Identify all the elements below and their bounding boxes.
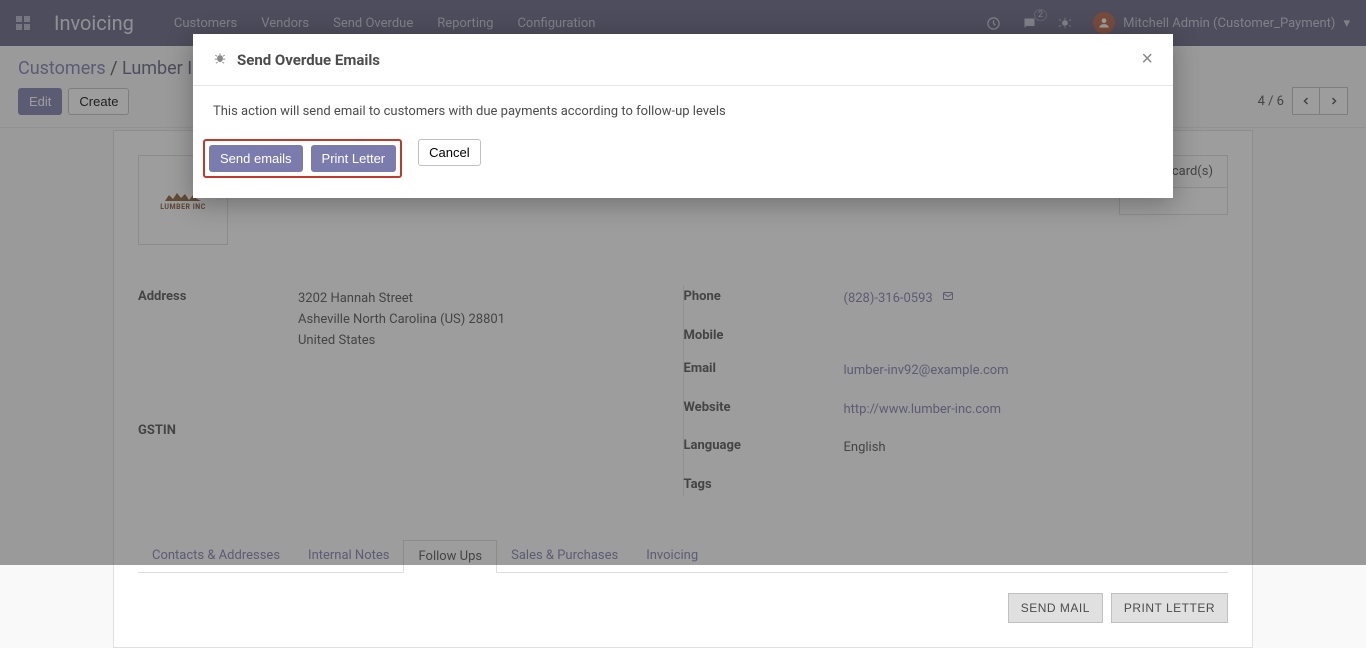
modal-body: This action will send email to customers… xyxy=(193,86,1173,133)
send-emails-button[interactable]: Send emails xyxy=(209,145,303,172)
modal-footer: Send emails Print Letter Cancel xyxy=(193,133,1173,198)
cancel-button[interactable]: Cancel xyxy=(418,139,480,166)
send-mail-button[interactable]: SEND MAIL xyxy=(1008,593,1103,623)
tab-actions: SEND MAIL PRINT LETTER xyxy=(138,573,1228,623)
close-icon[interactable]: × xyxy=(1141,48,1153,71)
highlight-annotation: Send emails Print Letter xyxy=(203,139,402,178)
modal-title: Send Overdue Emails xyxy=(237,51,380,69)
bug-icon[interactable] xyxy=(213,51,227,69)
modal-header: Send Overdue Emails × xyxy=(193,34,1173,86)
modal-print-letter-button[interactable]: Print Letter xyxy=(311,145,397,172)
send-overdue-modal: Send Overdue Emails × This action will s… xyxy=(193,34,1173,198)
print-letter-button[interactable]: PRINT LETTER xyxy=(1111,593,1228,623)
